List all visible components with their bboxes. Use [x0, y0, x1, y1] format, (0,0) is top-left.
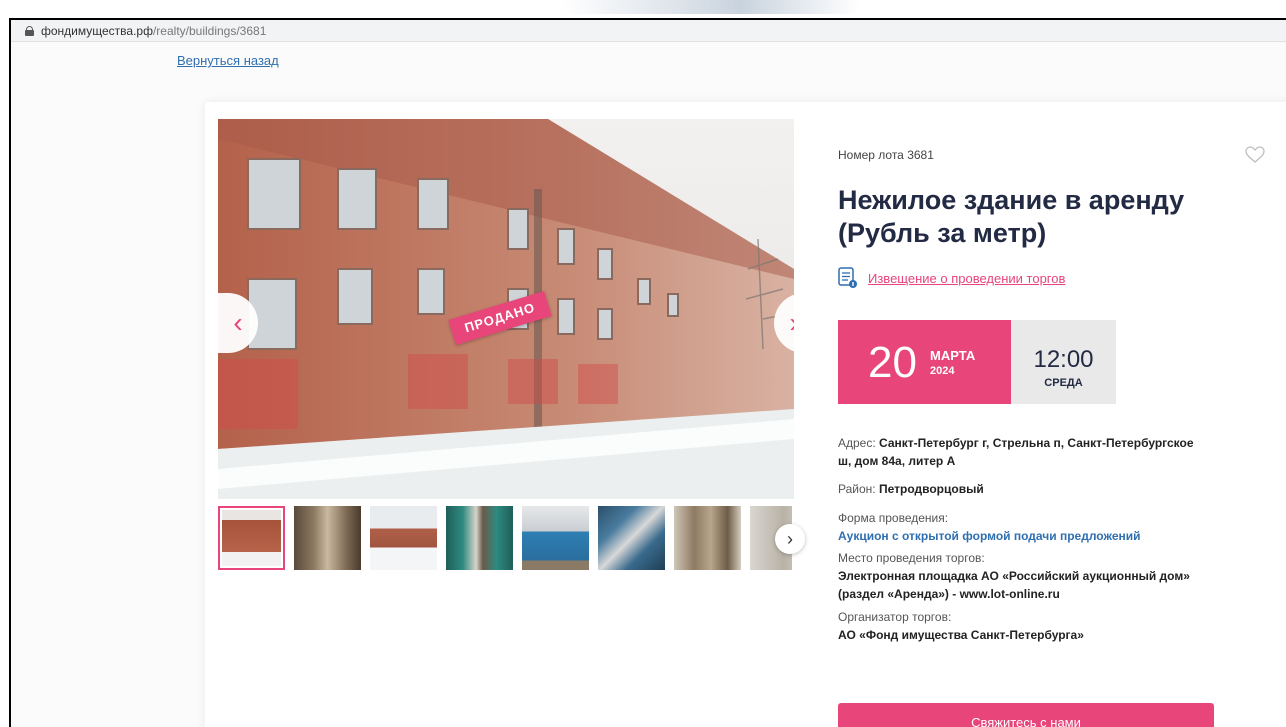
chevron-right-icon: › [789, 307, 794, 339]
thumbnails-next-button[interactable]: › [775, 524, 805, 554]
auction-place-label: Место проведения торгов: [838, 551, 985, 565]
address-field: Адрес: Санкт-Петербург г, Стрельна п, Са… [838, 434, 1208, 470]
thumbnail-3[interactable] [370, 506, 437, 570]
district-value: Петродворцовый [878, 482, 984, 496]
organizer-label: Организатор торгов: [838, 610, 952, 624]
heart-icon[interactable] [1245, 146, 1265, 164]
lock-icon [25, 26, 34, 36]
address-value: Санкт-Петербург г, Стрельна п, Санкт-Пет… [838, 436, 1194, 468]
top-margin [0, 0, 1286, 18]
url-domain: фондимущества.рф [41, 24, 153, 38]
auction-time: 12:00 СРЕДА [1011, 320, 1116, 404]
district-field: Район: Петродворцовый [838, 480, 1208, 498]
auction-date-block: 20 МАРТА 2024 12:00 СРЕДА [838, 320, 1116, 404]
auction-month: МАРТА [930, 348, 976, 363]
back-link[interactable]: Вернуться назад [177, 53, 279, 68]
auction-time-value: 12:00 [1033, 346, 1094, 373]
lot-title: Нежилое здание в аренду (Рубль за метр) [838, 185, 1185, 248]
auction-year: 2024 [930, 365, 955, 377]
thumbnail-2[interactable] [294, 506, 361, 570]
district-label: Район: [838, 482, 876, 496]
organizer-value: АО «Фонд имущества Санкт-Петербурга» [838, 628, 1084, 642]
auction-date: 20 МАРТА 2024 [838, 320, 1011, 404]
thumbnail-4[interactable] [446, 506, 513, 570]
address-bar[interactable]: фондимущества.рф/realty/buildings/3681 [11, 20, 1286, 42]
auction-notice-link[interactable]: Извещение о проведении торгов [838, 266, 1065, 290]
auction-place-field: Место проведения торгов: Электронная пло… [838, 549, 1208, 603]
auction-form-field: Форма проведения: Аукцион с открытой фор… [838, 509, 1208, 545]
chevron-right-icon: › [787, 528, 793, 549]
url-path: /realty/buildings/3681 [152, 24, 267, 38]
thumbnail-6[interactable] [598, 506, 665, 570]
thumbnail-5[interactable] [522, 506, 589, 570]
thumbnail-1[interactable] [218, 506, 285, 570]
organizer-field: Организатор торгов: АО «Фонд имущества С… [838, 608, 1208, 644]
contact-us-button[interactable]: Свяжитесь с нами [838, 703, 1214, 727]
notice-link-text: Извещение о проведении торгов [868, 270, 1066, 286]
auction-day: 20 [868, 338, 917, 387]
main-photo: ПРОДАНО ‹ › [218, 119, 794, 499]
auction-weekday: СРЕДА [1044, 377, 1083, 389]
cropped-header-remnant [560, 0, 860, 14]
address-label: Адрес: [838, 436, 876, 450]
thumbnail-7[interactable] [674, 506, 741, 570]
thumbnail-strip [218, 506, 792, 570]
lot-card: ПРОДАНО ‹ › Номер лота 3681 Нежилое здан… [205, 102, 1286, 727]
auction-place-value: Электронная площадка АО «Российский аукц… [838, 569, 1190, 601]
url-text[interactable]: фондимущества.рф/realty/buildings/3681 [41, 24, 266, 38]
chevron-left-icon: ‹ [233, 307, 243, 338]
lot-number: Номер лота 3681 [838, 148, 934, 162]
auction-form-value[interactable]: Аукцион с открытой формой подачи предлож… [838, 527, 1208, 545]
document-icon [838, 267, 857, 288]
auction-form-label: Форма проведения: [838, 511, 949, 525]
browser-window: фондимущества.рф/realty/buildings/3681 В… [9, 18, 1286, 727]
